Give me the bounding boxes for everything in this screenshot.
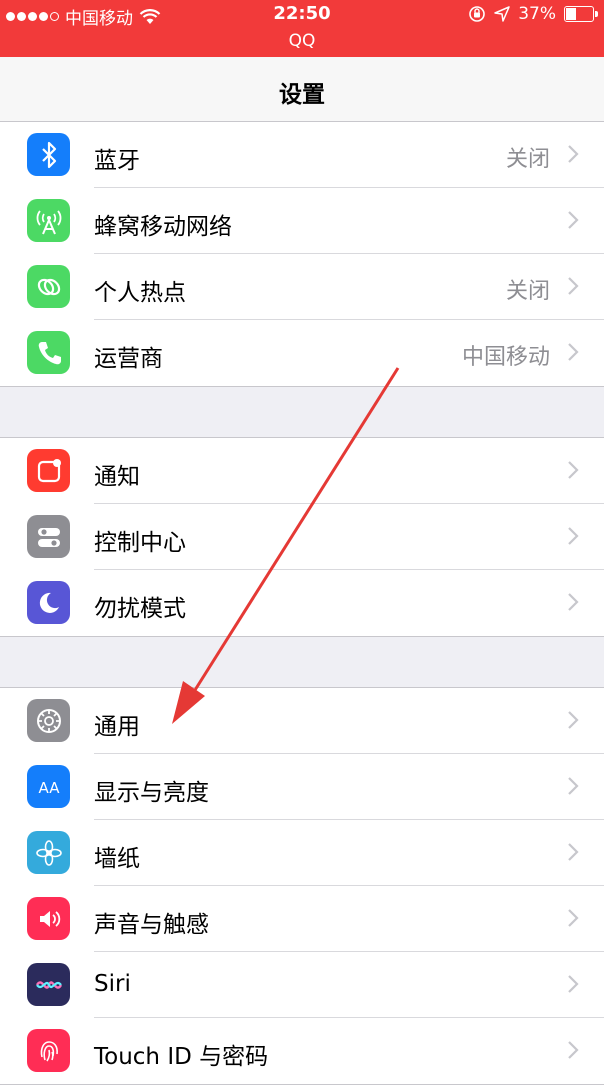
settings-row-gear[interactable]: 通用: [0, 688, 604, 754]
chevron-right-icon: [568, 711, 579, 729]
moon-icon: [27, 581, 70, 624]
settings-row-display[interactable]: AA 显示与亮度: [0, 754, 604, 820]
hotspot-icon: [27, 265, 70, 308]
siri-icon: [27, 963, 70, 1006]
settings-row-siri[interactable]: Siri: [0, 952, 604, 1018]
page-title: 设置: [279, 82, 325, 108]
chevron-right-icon: [568, 277, 579, 295]
settings-row-hotspot[interactable]: 个人热点 关闭: [0, 254, 604, 320]
settings-row-notifications[interactable]: 通知: [0, 438, 604, 504]
settings-row-fingerprint[interactable]: Touch ID 与密码: [0, 1018, 604, 1084]
settings-row-phone[interactable]: 运营商 中国移动: [0, 320, 604, 386]
chevron-right-icon: [568, 461, 579, 479]
chevron-right-icon: [568, 909, 579, 927]
settings-row-label: Touch ID 与密码: [94, 1044, 269, 1070]
settings-row-label: 运营商: [94, 346, 163, 372]
location-icon: [494, 6, 510, 22]
bluetooth-icon: [27, 133, 70, 176]
settings-row-value: 中国移动: [461, 345, 550, 370]
notifications-icon: [27, 449, 70, 492]
settings-row-label: 墙纸: [94, 846, 140, 872]
settings-group-general: 通用 AA 显示与亮度墙纸声音与触感 Siri Touch ID 与密码: [0, 687, 604, 1085]
chevron-right-icon: [568, 593, 579, 611]
settings-row-label: 蓝牙: [94, 148, 140, 174]
orientation-lock-icon: [469, 6, 486, 22]
chevron-right-icon: [568, 343, 579, 361]
settings-group-connectivity: 蓝牙 关闭 蜂窝移动网络 个人热点 关闭 运营商 中国移动: [0, 121, 604, 387]
settings-group-notifications: 通知控制中心勿扰模式: [0, 437, 604, 637]
settings-row-cellular[interactable]: 蜂窝移动网络: [0, 188, 604, 254]
display-icon: AA: [27, 765, 70, 808]
svg-text:AA: AA: [38, 779, 60, 797]
settings-row-label: 声音与触感: [94, 912, 209, 938]
settings-row-label: 显示与亮度: [94, 780, 209, 806]
chevron-right-icon: [568, 527, 579, 545]
settings-row-label: Siri: [94, 971, 131, 997]
cellular-icon: [27, 199, 70, 242]
chevron-right-icon: [568, 145, 579, 163]
return-to-app[interactable]: QQ: [0, 31, 604, 51]
settings-row-label: 勿扰模式: [94, 596, 186, 622]
chevron-right-icon: [568, 1041, 579, 1059]
chevron-right-icon: [568, 211, 579, 229]
chevron-right-icon: [568, 843, 579, 861]
settings-row-value: 关闭: [505, 279, 550, 304]
navigation-bar: 设置: [0, 57, 604, 122]
settings-row-bluetooth[interactable]: 蓝牙 关闭: [0, 122, 604, 188]
battery-percent: 37%: [518, 4, 556, 24]
settings-row-label: 蜂窝移动网络: [94, 214, 232, 240]
settings-row-label: 通知: [94, 464, 140, 490]
chevron-right-icon: [568, 777, 579, 795]
status-bar: 中国移动 22:50 QQ 37%: [0, 0, 604, 57]
settings-row-wallpaper[interactable]: 墙纸: [0, 820, 604, 886]
battery-icon: [564, 6, 598, 22]
settings-row-moon[interactable]: 勿扰模式: [0, 570, 604, 636]
settings-row-label: 控制中心: [94, 530, 186, 556]
settings-row-control-center[interactable]: 控制中心: [0, 504, 604, 570]
speaker-icon: [27, 897, 70, 940]
chevron-right-icon: [568, 975, 579, 993]
control-center-icon: [27, 515, 70, 558]
settings-row-speaker[interactable]: 声音与触感: [0, 886, 604, 952]
settings-row-value: 关闭: [505, 147, 550, 172]
gear-icon: [27, 699, 70, 742]
wallpaper-icon: [27, 831, 70, 874]
settings-row-label: 通用: [94, 714, 140, 740]
phone-icon: [27, 331, 70, 374]
settings-row-label: 个人热点: [94, 280, 186, 306]
fingerprint-icon: [27, 1029, 70, 1072]
